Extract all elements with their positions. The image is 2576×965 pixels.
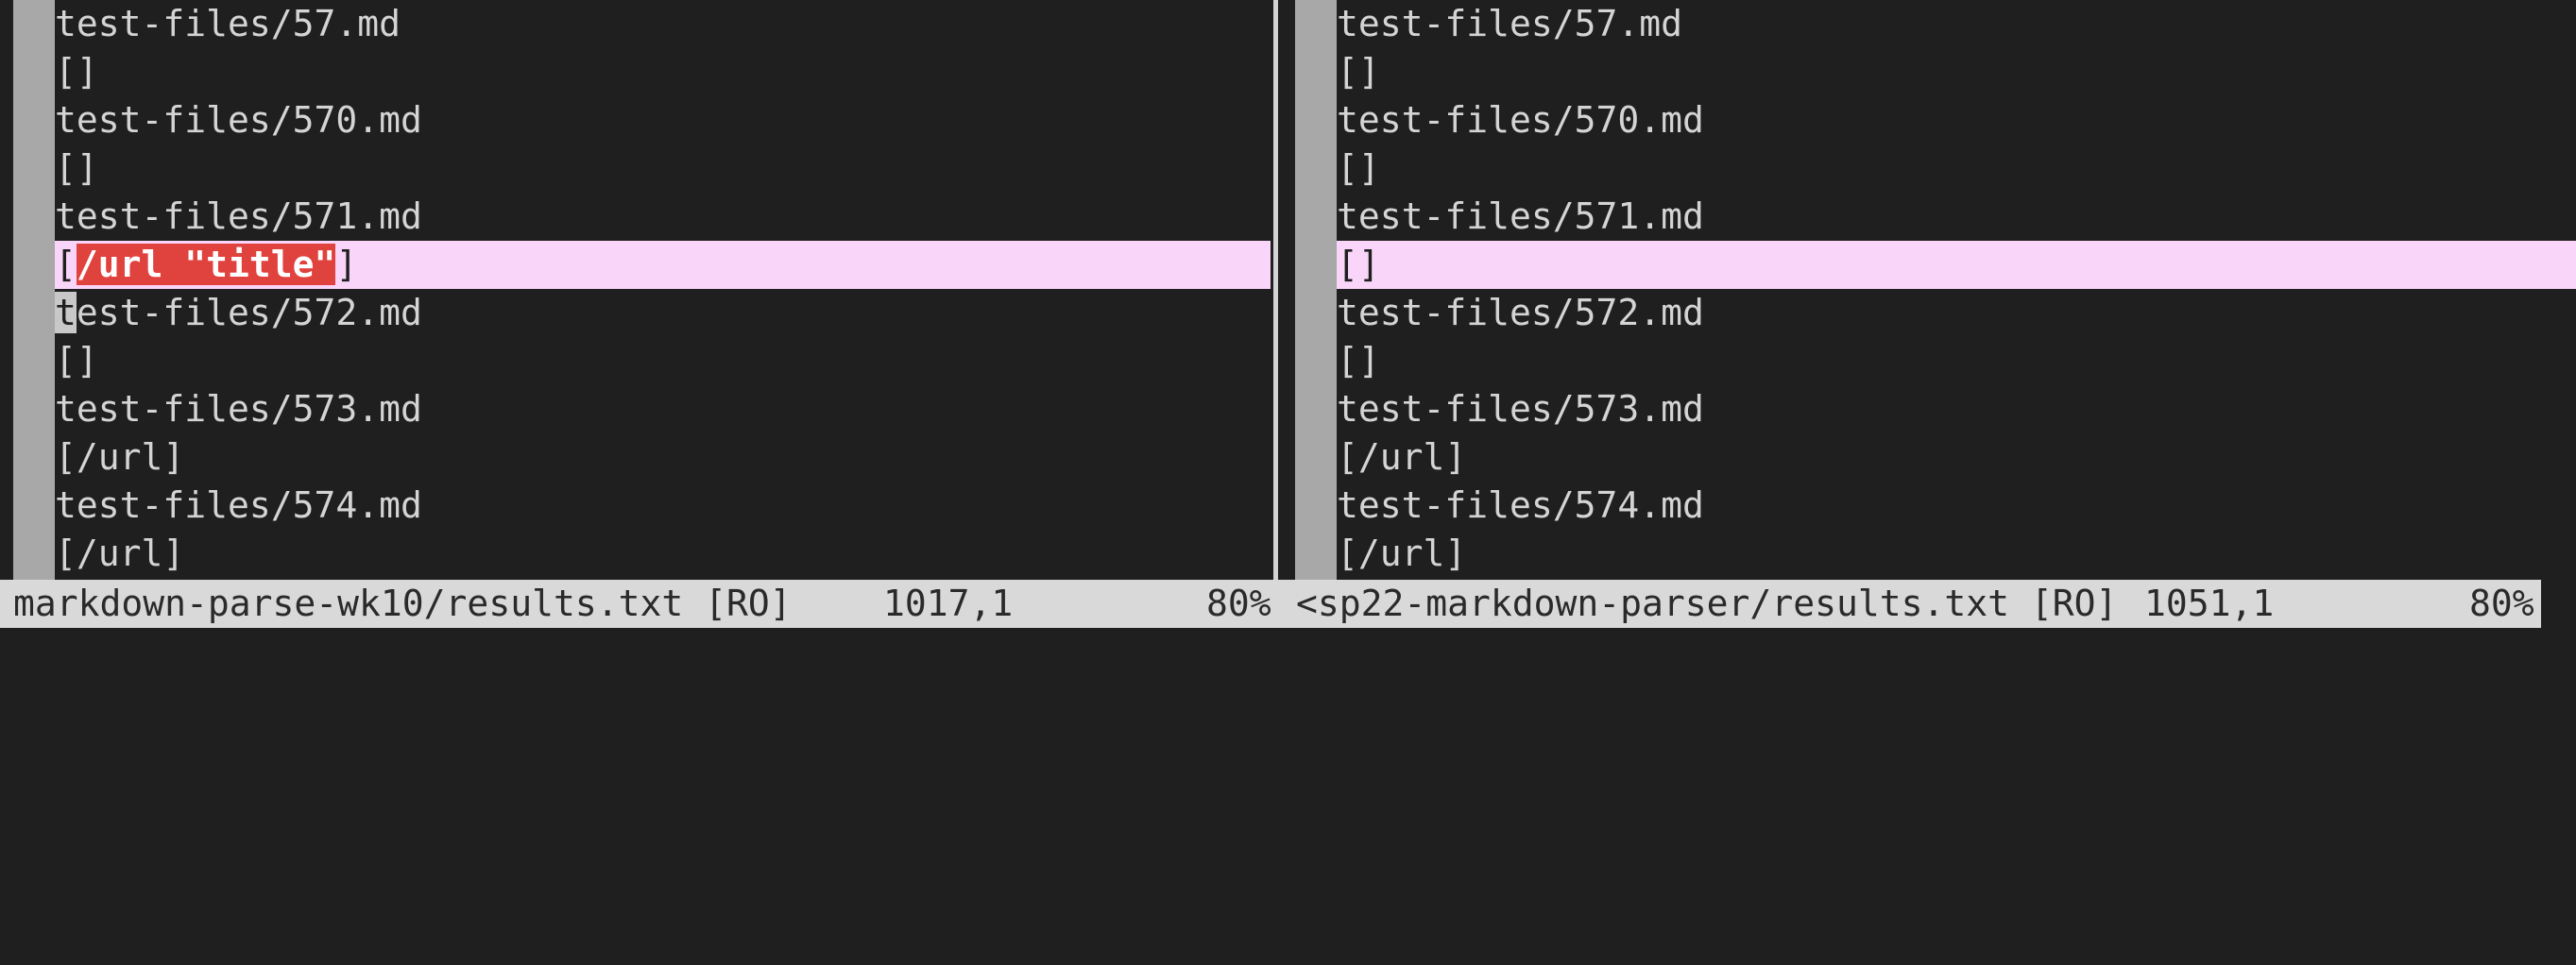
left-buffer-lines[interactable]: test-files/57.md [] test-files/570.md []… xyxy=(55,0,1271,578)
buffer-line[interactable]: [] xyxy=(55,48,1271,96)
command-line-area[interactable] xyxy=(0,628,2576,652)
left-editor-pane[interactable]: test-files/57.md [] test-files/570.md []… xyxy=(0,0,1271,580)
buffer-line[interactable]: [/url] xyxy=(55,530,1271,578)
diff-changed-line[interactable]: [] xyxy=(1337,241,2576,289)
left-scroll-percent: 80% xyxy=(1206,583,1271,624)
cursor-line-rest: est-files/572.md xyxy=(76,292,422,333)
buffer-line[interactable]: test-files/573.md xyxy=(1337,385,2576,433)
buffer-line[interactable]: [] xyxy=(1337,144,2576,193)
buffer-line[interactable]: test-files/571.md xyxy=(55,193,1271,241)
buffer-line[interactable]: test-files/572.md xyxy=(1337,289,2576,337)
diff-bracket-open: [ xyxy=(55,244,77,285)
buffer-line[interactable]: [] xyxy=(55,337,1271,385)
buffer-line[interactable]: [] xyxy=(1337,48,2576,96)
buffer-line[interactable]: [] xyxy=(1337,337,2576,385)
buffer-line[interactable]: test-files/57.md xyxy=(55,0,1271,48)
left-cursor-position: 1017,1 xyxy=(883,583,1014,624)
vertical-split-divider[interactable] xyxy=(1271,0,1282,580)
status-separator xyxy=(1271,580,1282,628)
buffer-line[interactable]: [/url] xyxy=(1337,530,2576,578)
buffer-line[interactable]: test-files/573.md xyxy=(55,385,1271,433)
right-editor-pane[interactable]: test-files/57.md [] test-files/570.md []… xyxy=(1282,0,2576,580)
buffer-line[interactable]: [/url] xyxy=(1337,433,2576,482)
buffer-line[interactable]: test-files/574.md xyxy=(1337,482,2576,530)
buffer-line[interactable]: [] xyxy=(55,144,1271,193)
diff-changed-line[interactable]: [/url "title"] xyxy=(55,241,1271,289)
right-cursor-position: 1051,1 xyxy=(2144,583,2275,624)
left-file-name: markdown-parse-wk10/results.txt [RO] xyxy=(13,583,792,624)
status-line: markdown-parse-wk10/results.txt [RO] 101… xyxy=(0,580,2541,628)
buffer-line[interactable]: test-files/571.md xyxy=(1337,193,2576,241)
diff-text-highlight: /url "title" xyxy=(76,244,336,285)
cursor-line[interactable]: test-files/572.md xyxy=(55,289,1271,337)
buffer-line[interactable]: test-files/570.md xyxy=(1337,96,2576,144)
buffer-line[interactable]: test-files/574.md xyxy=(55,482,1271,530)
right-file-name: <sp22-markdown-parser/results.txt [RO] xyxy=(1296,583,2118,624)
diff-bracket-close: ] xyxy=(335,244,358,285)
right-sign-column xyxy=(1295,0,1337,580)
text-cursor: t xyxy=(55,292,77,333)
buffer-line[interactable]: test-files/570.md xyxy=(55,96,1271,144)
right-scroll-percent: 80% xyxy=(2469,583,2534,624)
left-sign-column xyxy=(13,0,55,580)
split-bar xyxy=(1273,0,1278,580)
buffer-line[interactable]: test-files/57.md xyxy=(1337,0,2576,48)
buffer-line[interactable]: [/url] xyxy=(55,433,1271,482)
right-buffer-lines[interactable]: test-files/57.md [] test-files/570.md []… xyxy=(1337,0,2576,578)
